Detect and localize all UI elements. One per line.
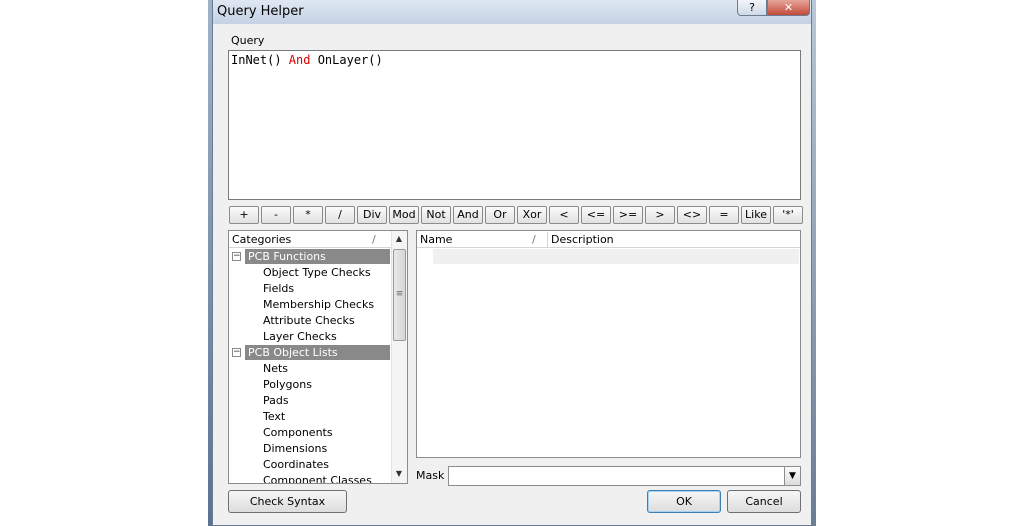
category-item[interactable]: Membership Checks bbox=[263, 297, 390, 312]
category-item[interactable]: Nets bbox=[263, 361, 390, 376]
query-token: InNet() bbox=[231, 53, 289, 67]
query-text: InNet() And OnLayer() bbox=[231, 53, 383, 67]
category-item[interactable]: Attribute Checks bbox=[263, 313, 390, 328]
operator-button[interactable]: <> bbox=[677, 206, 707, 224]
column-header-name[interactable]: Name bbox=[420, 233, 452, 246]
close-icon: ✕ bbox=[783, 1, 794, 14]
sort-icon: / bbox=[372, 233, 376, 246]
operator-button[interactable]: Not bbox=[421, 206, 451, 224]
operator-button[interactable]: And bbox=[453, 206, 483, 224]
query-keyword: And bbox=[288, 53, 311, 67]
collapse-toggle-icon[interactable]: − bbox=[232, 348, 241, 357]
column-divider[interactable] bbox=[547, 232, 548, 247]
operator-button[interactable]: Or bbox=[485, 206, 515, 224]
functions-list[interactable] bbox=[416, 230, 801, 458]
check-syntax-button[interactable]: Check Syntax bbox=[228, 490, 347, 513]
operator-button[interactable]: Xor bbox=[517, 206, 547, 224]
category-item[interactable]: Component Classes bbox=[263, 473, 390, 483]
list-item[interactable] bbox=[433, 249, 799, 264]
operator-button[interactable]: = bbox=[709, 206, 739, 224]
dropdown-arrow-icon[interactable]: ▼ bbox=[784, 467, 800, 485]
operator-button[interactable]: Mod bbox=[389, 206, 419, 224]
category-item[interactable]: Object Type Checks bbox=[263, 265, 390, 280]
operator-button[interactable]: <= bbox=[581, 206, 611, 224]
help-button[interactable]: ? bbox=[737, 0, 767, 16]
mask-label: Mask bbox=[416, 469, 445, 482]
collapse-toggle-icon[interactable]: − bbox=[232, 252, 241, 261]
operator-button[interactable]: '*' bbox=[773, 206, 803, 224]
category-group[interactable]: PCB Object Lists bbox=[245, 345, 390, 360]
category-item[interactable]: Layer Checks bbox=[263, 329, 390, 344]
query-editor[interactable]: InNet() And OnLayer() bbox=[228, 50, 801, 200]
ok-label: OK bbox=[676, 495, 692, 508]
operator-button[interactable]: Like bbox=[741, 206, 771, 224]
category-item[interactable]: Text bbox=[263, 409, 390, 424]
operator-button[interactable]: / bbox=[325, 206, 355, 224]
query-token: OnLayer() bbox=[310, 53, 383, 67]
help-icon: ? bbox=[749, 1, 755, 14]
cancel-button[interactable]: Cancel bbox=[727, 490, 801, 513]
scrollbar-thumb[interactable]: ≡ bbox=[393, 249, 406, 341]
category-group[interactable]: PCB Functions bbox=[245, 249, 390, 264]
background-area bbox=[816, 0, 1024, 526]
operator-button[interactable]: > bbox=[645, 206, 675, 224]
window-title: Query Helper bbox=[217, 4, 304, 19]
ok-button[interactable]: OK bbox=[647, 490, 721, 513]
operator-button[interactable]: - bbox=[261, 206, 291, 224]
scroll-up-arrow-icon[interactable]: ▲ bbox=[391, 232, 407, 246]
category-item[interactable]: Components bbox=[263, 425, 390, 440]
query-label: Query bbox=[231, 34, 265, 47]
cancel-label: Cancel bbox=[745, 495, 783, 508]
operator-button[interactable]: >= bbox=[613, 206, 643, 224]
category-item[interactable]: Pads bbox=[263, 393, 390, 408]
scroll-down-arrow-icon[interactable]: ▼ bbox=[391, 467, 407, 481]
operator-button[interactable]: + bbox=[229, 206, 259, 224]
sort-icon: / bbox=[532, 233, 536, 246]
column-header-description[interactable]: Description bbox=[551, 233, 614, 246]
mask-combobox[interactable] bbox=[448, 466, 801, 486]
operator-button[interactable]: * bbox=[293, 206, 323, 224]
categories-header-label: Categories bbox=[232, 233, 292, 246]
check-syntax-label: Check Syntax bbox=[249, 495, 326, 508]
operator-button[interactable]: Div bbox=[357, 206, 387, 224]
category-item[interactable]: Coordinates bbox=[263, 457, 390, 472]
category-item[interactable]: Fields bbox=[263, 281, 390, 296]
close-button[interactable]: ✕ bbox=[767, 0, 810, 16]
category-item[interactable]: Polygons bbox=[263, 377, 390, 392]
operator-button[interactable]: < bbox=[549, 206, 579, 224]
category-item[interactable]: Dimensions bbox=[263, 441, 390, 456]
